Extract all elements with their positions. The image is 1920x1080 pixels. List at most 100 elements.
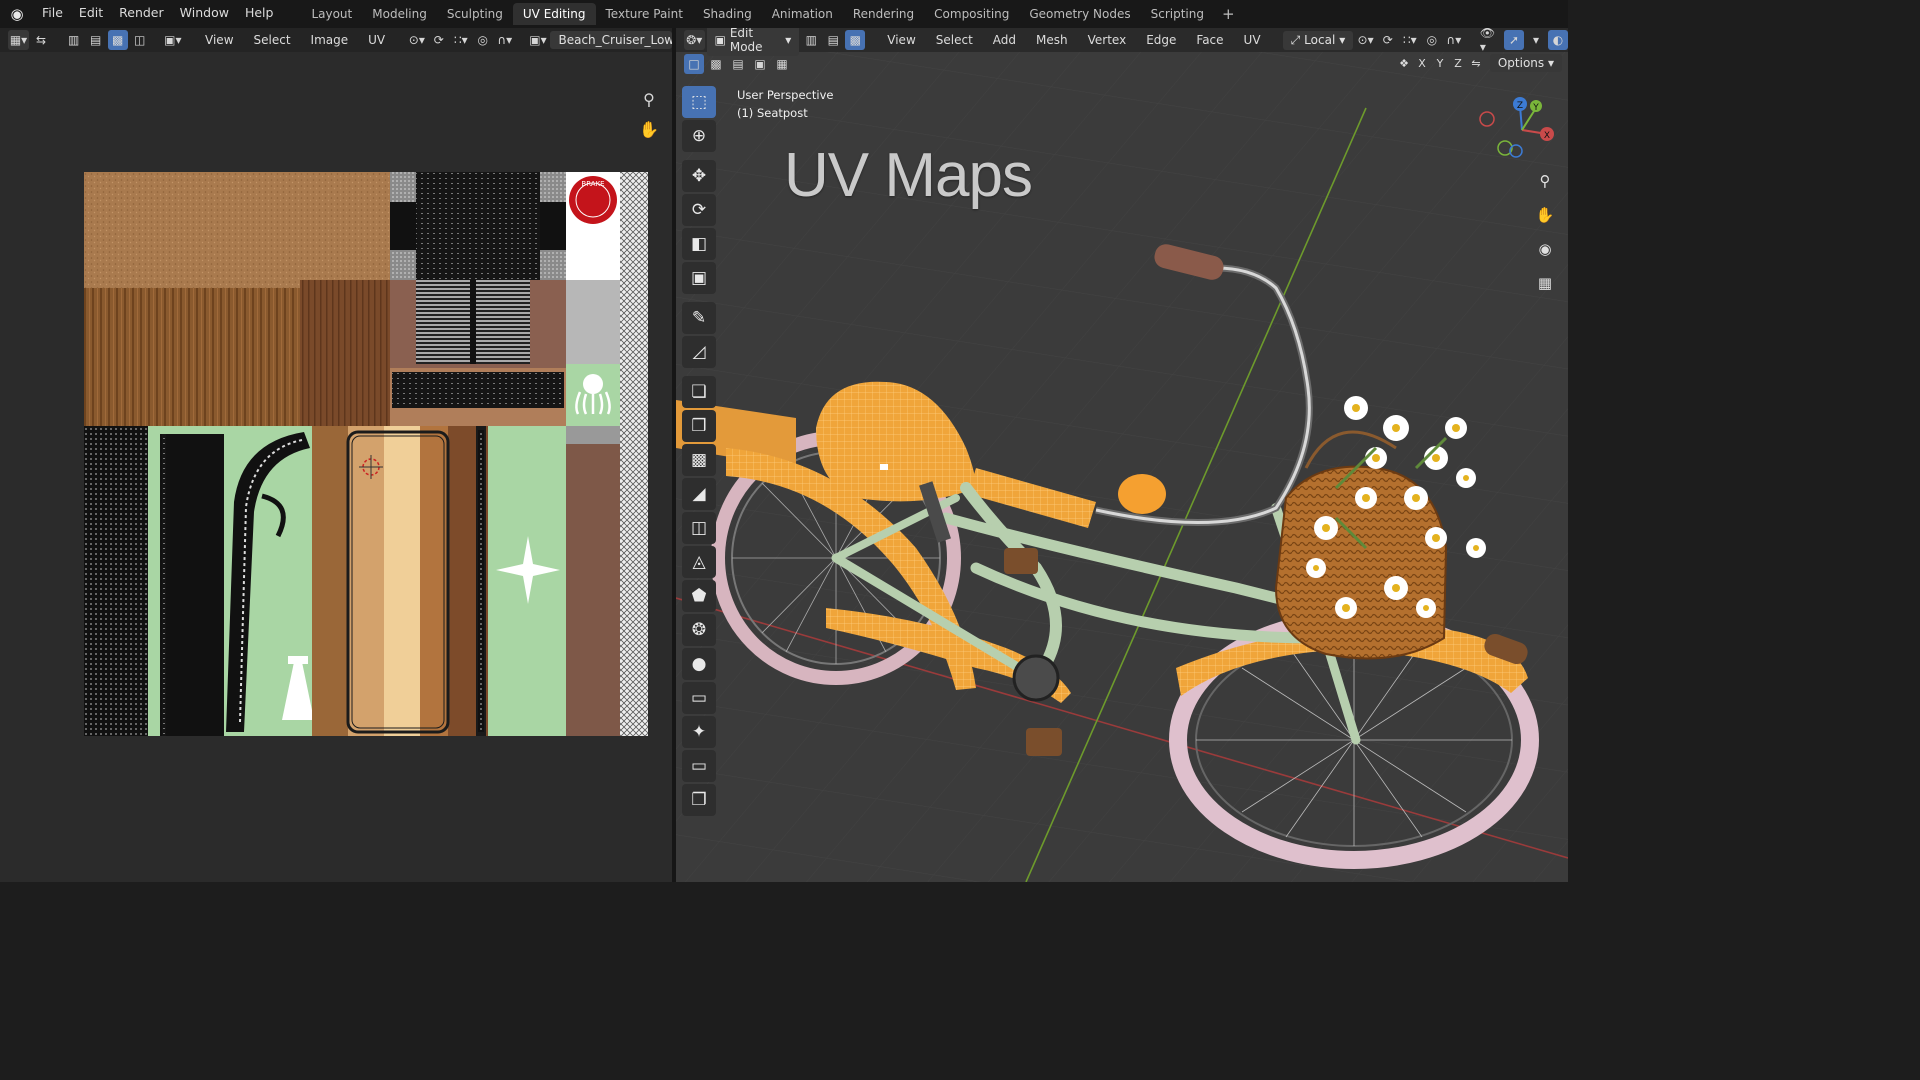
mirror-y-toggle[interactable]: Y	[1432, 54, 1448, 72]
select-difference-icon[interactable]: ▣	[750, 54, 770, 74]
face-select-icon[interactable]: ▩	[107, 30, 128, 50]
bevel-tool-icon[interactable]: ◢	[682, 478, 716, 510]
topology-mirror-icon[interactable]: ⇋	[1468, 54, 1484, 72]
face-mode-icon[interactable]: ▩	[845, 30, 866, 50]
tab-sculpting[interactable]: Sculpting	[437, 3, 513, 25]
zoom-icon[interactable]: ⚲	[636, 86, 662, 112]
uv-menu-select[interactable]: Select	[245, 33, 300, 47]
transform-tool-icon[interactable]: ▣	[682, 262, 716, 294]
annotate-tool-icon[interactable]: ✎	[682, 302, 716, 334]
menu-edit[interactable]: Edit	[71, 0, 111, 28]
vp-menu-mesh[interactable]: Mesh	[1027, 33, 1077, 47]
island-select-icon[interactable]: ◫	[130, 30, 150, 50]
loop-cut-tool-icon[interactable]: ◫	[682, 512, 716, 544]
rip-tool-icon[interactable]: ❐	[682, 784, 716, 816]
uv-texture-atlas[interactable]: BRAKE	[84, 172, 648, 736]
edge-select-icon[interactable]: ▤	[86, 30, 106, 50]
spin-tool-icon[interactable]: ❂	[682, 614, 716, 646]
vp-menu-uv[interactable]: UV	[1235, 33, 1270, 47]
uv-sync-selection-icon[interactable]: ⇆	[31, 30, 51, 50]
mirror-x-toggle[interactable]: X	[1414, 54, 1430, 72]
mirror-z-toggle[interactable]: Z	[1450, 54, 1466, 72]
tab-scripting[interactable]: Scripting	[1141, 3, 1214, 25]
add-workspace-icon[interactable]: +	[1214, 5, 1243, 23]
menu-window[interactable]: Window	[172, 0, 237, 28]
knife-tool-icon[interactable]: ◬	[682, 546, 716, 578]
snap-target-icon[interactable]: ∷▾	[1400, 30, 1420, 50]
visibility-icon[interactable]: 👁▾	[1477, 28, 1502, 54]
inset-tool-icon[interactable]: ▩	[682, 444, 716, 476]
editor-type-icon[interactable]: ▦▾	[8, 30, 30, 50]
viewport-editor-type-icon[interactable]: ❂▾	[684, 30, 705, 50]
vp-menu-face[interactable]: Face	[1187, 33, 1232, 47]
move-tool-icon[interactable]: ✥	[682, 160, 716, 192]
uv-menu-image[interactable]: Image	[302, 33, 358, 47]
pan-hand-icon[interactable]: ✋	[1532, 202, 1558, 228]
transform-orientation-dropdown[interactable]: ⤢ Local ▾	[1282, 30, 1354, 50]
menu-render[interactable]: Render	[111, 0, 172, 28]
menu-file[interactable]: File	[34, 0, 71, 28]
image-browse-icon[interactable]: ▣▾	[527, 30, 548, 50]
tab-compositing[interactable]: Compositing	[924, 3, 1019, 25]
proportional-edit-icon[interactable]: ◎	[1422, 30, 1442, 50]
tab-texture-paint[interactable]: Texture Paint	[596, 3, 693, 25]
tab-geometry-nodes[interactable]: Geometry Nodes	[1019, 3, 1140, 25]
pivot-point-icon[interactable]: ⊙▾	[407, 30, 427, 50]
vp-menu-view[interactable]: View	[878, 33, 924, 47]
tab-rendering[interactable]: Rendering	[843, 3, 924, 25]
vp-menu-add[interactable]: Add	[984, 33, 1025, 47]
vp-menu-edge[interactable]: Edge	[1137, 33, 1185, 47]
pivot-point-icon[interactable]: ⊙▾	[1355, 30, 1376, 50]
select-box-tool-icon[interactable]: ⬚	[682, 86, 716, 118]
perspective-toggle-icon[interactable]: ▦	[1532, 270, 1558, 296]
edge-mode-icon[interactable]: ▤	[823, 30, 843, 50]
edge-slide-tool-icon[interactable]: ▭	[682, 682, 716, 714]
vertex-select-icon[interactable]: ▥	[64, 30, 84, 50]
tab-animation[interactable]: Animation	[762, 3, 843, 25]
gizmo-toggle-icon[interactable]: ➚	[1504, 30, 1524, 50]
falloff-icon[interactable]: ∩▾	[1444, 30, 1464, 50]
options-dropdown[interactable]: Options ▾	[1489, 54, 1562, 72]
shear-tool-icon[interactable]: ▭	[682, 750, 716, 782]
vp-menu-select[interactable]: Select	[927, 33, 982, 47]
vp-menu-vertex[interactable]: Vertex	[1079, 33, 1136, 47]
vertex-mode-icon[interactable]: ▥	[801, 30, 821, 50]
gizmo-dropdown-icon[interactable]: ▾	[1526, 30, 1546, 50]
snap-icon[interactable]: ⟳	[429, 30, 449, 50]
select-intersect-icon[interactable]: ▦	[772, 54, 792, 74]
uv-menu-uv[interactable]: UV	[359, 33, 394, 47]
3d-viewport[interactable]: ❂▾ ▣ Edit Mode ▾ ▥ ▤ ▩ View Select Add M…	[676, 28, 1568, 882]
select-extend-icon[interactable]: ▩	[706, 54, 726, 74]
extrude-tool-icon[interactable]: ❒	[682, 410, 716, 442]
tab-uv-editing[interactable]: UV Editing	[512, 3, 596, 25]
image-name-field[interactable]: Beach_Cruiser_LowPc	[550, 31, 673, 49]
overlay-toggle-icon[interactable]: ◐	[1548, 30, 1568, 50]
select-subtract-icon[interactable]: ▤	[728, 54, 748, 74]
shrink-fatten-tool-icon[interactable]: ✦	[682, 716, 716, 748]
poly-build-tool-icon[interactable]: ⬟	[682, 580, 716, 612]
menu-help[interactable]: Help	[237, 0, 282, 28]
cursor-tool-icon[interactable]: ⊕	[682, 120, 716, 152]
snap-icon[interactable]: ⟳	[1378, 30, 1398, 50]
pan-hand-icon[interactable]: ✋	[636, 116, 662, 142]
camera-view-icon[interactable]: ◉	[1532, 236, 1558, 262]
falloff-icon[interactable]: ∩▾	[495, 30, 515, 50]
uv-menu-view[interactable]: View	[196, 33, 242, 47]
rotate-tool-icon[interactable]: ⟳	[682, 194, 716, 226]
snap-target-icon[interactable]: ∷▾	[451, 30, 471, 50]
proportional-edit-icon[interactable]: ◎	[473, 30, 493, 50]
blender-logo-icon[interactable]: ◉	[0, 0, 34, 28]
tab-shading[interactable]: Shading	[693, 3, 762, 25]
workspace-tabs: Layout Modeling Sculpting UV Editing Tex…	[301, 0, 1242, 28]
add-cube-tool-icon[interactable]: ❏	[682, 376, 716, 408]
measure-tool-icon[interactable]: ◿	[682, 336, 716, 368]
sticky-select-icon[interactable]: ▣▾	[162, 30, 183, 50]
mirror-options-icon[interactable]: ❖	[1396, 54, 1412, 72]
tab-modeling[interactable]: Modeling	[362, 3, 437, 25]
scale-tool-icon[interactable]: ◧	[682, 228, 716, 260]
smooth-tool-icon[interactable]: ●	[682, 648, 716, 680]
options-label: Options	[1497, 56, 1545, 70]
tab-layout[interactable]: Layout	[301, 3, 362, 25]
zoom-icon[interactable]: ⚲	[1532, 168, 1558, 194]
select-new-icon[interactable]: □	[684, 54, 704, 74]
